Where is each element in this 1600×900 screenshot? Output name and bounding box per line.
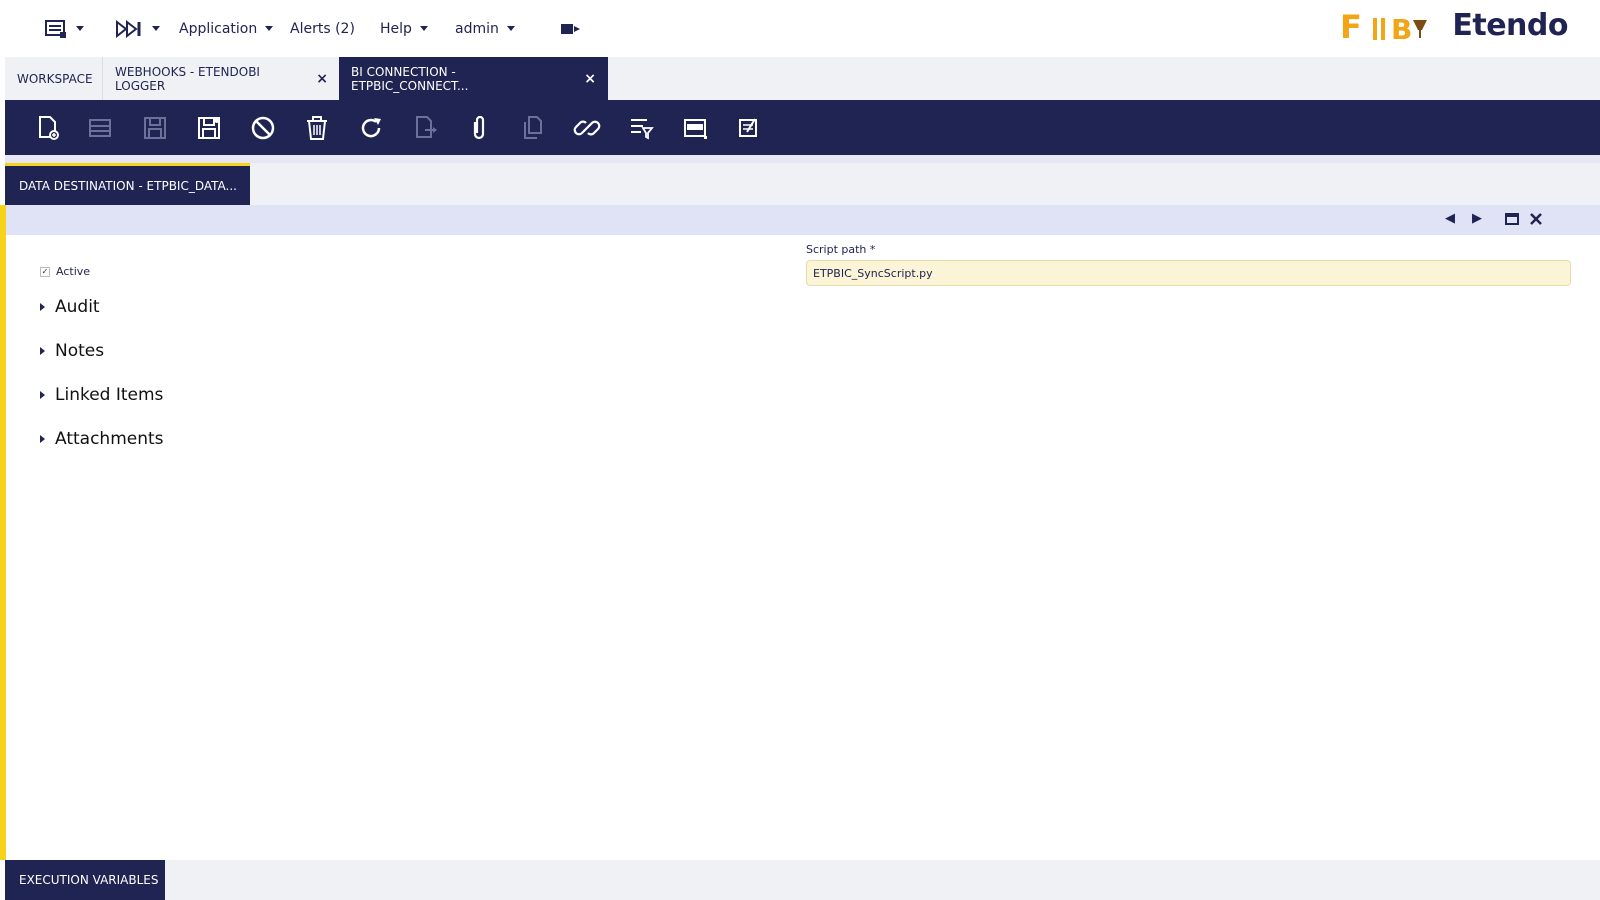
notes-icon [739,118,757,137]
workspace-menu-button[interactable] [44,0,84,57]
chevron-down-icon [506,26,515,31]
chevron-down-icon [152,26,160,31]
expand-arrow-icon [40,435,45,443]
script-path-input[interactable] [806,260,1571,286]
refresh-icon [361,118,381,138]
tab-workspace[interactable]: WORKSPACE [5,57,103,100]
previous-record-icon[interactable]: ◀ [1445,211,1455,226]
attach-icon [473,115,485,140]
subtab-bar: DATA DESTINATION - ETPBIC_DATA... [5,163,1600,205]
notes-button[interactable] [733,112,765,144]
user-menu-label: admin [455,20,499,37]
chevron-down-icon [419,26,428,31]
window-tab-bar: WORKSPACE WEBHOOKS - ETENDOBI LOGGER × B… [5,57,1600,100]
help-menu[interactable]: Help [380,0,428,57]
delete-icon [307,116,327,140]
tab-data-destination-label: DATA DESTINATION - ETPBIC_DATA... [19,178,237,193]
attach-button[interactable] [463,112,495,144]
svg-text:B: B [1391,14,1411,42]
save-button[interactable] [139,112,171,144]
chevron-down-icon [265,26,274,31]
close-icon[interactable] [1530,213,1542,225]
expand-arrow-icon [40,347,45,355]
grid-view-button[interactable] [679,112,711,144]
expand-arrow-icon [40,303,45,311]
delete-button[interactable] [301,112,333,144]
section-linked-items-label: Linked Items [55,385,164,405]
section-audit[interactable]: Audit [40,297,100,317]
section-notes-label: Notes [55,341,105,361]
form-header-bar: ◀ ▶ [5,205,1600,235]
save-close-icon [198,117,220,139]
fiby-logo: F B [1340,8,1431,46]
tab-workspace-label: WORKSPACE [17,71,93,86]
record-form: ✓ Active Script path * Audit Notes Linke… [6,235,1600,860]
tab-execution-variables[interactable]: EXECUTION VARIABLES [5,860,165,900]
cancel-button[interactable] [247,112,279,144]
new-row-icon [89,119,111,137]
section-attachments-label: Attachments [55,429,164,449]
script-path-label: Script path * [806,243,876,256]
filter-icon [631,119,654,140]
filter-button[interactable] [625,112,657,144]
logout-button[interactable] [560,0,582,57]
tab-bi-connection[interactable]: BI CONNECTION - ETPBIC_CONNECT... × [339,57,608,100]
save-icon [144,117,166,139]
active-checkbox-row[interactable]: ✓ Active [40,265,90,278]
chevron-down-icon [76,26,84,31]
quick-launch-button[interactable] [116,0,160,57]
maximize-icon[interactable] [1505,213,1519,225]
top-bar: Application Alerts (2) Help admin F B Et… [0,0,1600,57]
next-record-icon[interactable]: ▶ [1472,211,1482,226]
application-menu-label: Application [179,20,258,37]
user-menu[interactable]: admin [455,0,515,57]
application-menu[interactable]: Application [179,0,274,57]
etendo-logo: Etendo [1452,8,1568,43]
close-icon[interactable]: × [316,71,328,87]
cancel-icon [251,116,275,140]
section-notes[interactable]: Notes [40,341,104,361]
fast-forward-icon [116,19,141,38]
expand-arrow-icon [40,391,45,399]
active-checkbox[interactable]: ✓ [40,266,50,277]
link-icon [573,120,601,136]
list-menu-icon [45,19,66,38]
fiby-logo-icon: B [1373,13,1427,46]
grid-view-icon [684,119,707,139]
bottom-tab-bar: EXECUTION VARIABLES [5,860,1600,900]
new-document-icon [39,116,59,140]
tab-webhooks-label: WEBHOOKS - ETENDOBI LOGGER [115,64,260,93]
save-close-button[interactable] [193,112,225,144]
alerts-label: Alerts (2) [290,20,355,37]
new-row-button[interactable] [85,112,117,144]
tab-bi-connection-label: BI CONNECTION - ETPBIC_CONNECT... [351,64,469,93]
link-button[interactable] [571,112,603,144]
tab-execution-variables-label: EXECUTION VARIABLES [19,873,159,887]
section-linked-items[interactable]: Linked Items [40,385,163,405]
section-audit-label: Audit [55,297,100,317]
alerts-link[interactable]: Alerts (2) [290,0,355,57]
section-attachments[interactable]: Attachments [40,429,164,449]
toolbar-divider [5,155,1600,163]
export-button[interactable] [409,112,441,144]
new-document-button[interactable] [31,112,63,144]
active-label: Active [56,265,91,278]
tab-webhooks-logger[interactable]: WEBHOOKS - ETENDOBI LOGGER × [103,57,340,100]
export-icon [416,116,437,138]
close-icon[interactable]: × [584,71,596,87]
refresh-button[interactable] [355,112,387,144]
clone-button[interactable] [517,112,549,144]
help-menu-label: Help [380,20,412,37]
clone-icon [524,116,542,139]
logout-icon [561,23,580,34]
tab-data-destination[interactable]: DATA DESTINATION - ETPBIC_DATA... [5,163,250,205]
action-toolbar [5,100,1600,155]
